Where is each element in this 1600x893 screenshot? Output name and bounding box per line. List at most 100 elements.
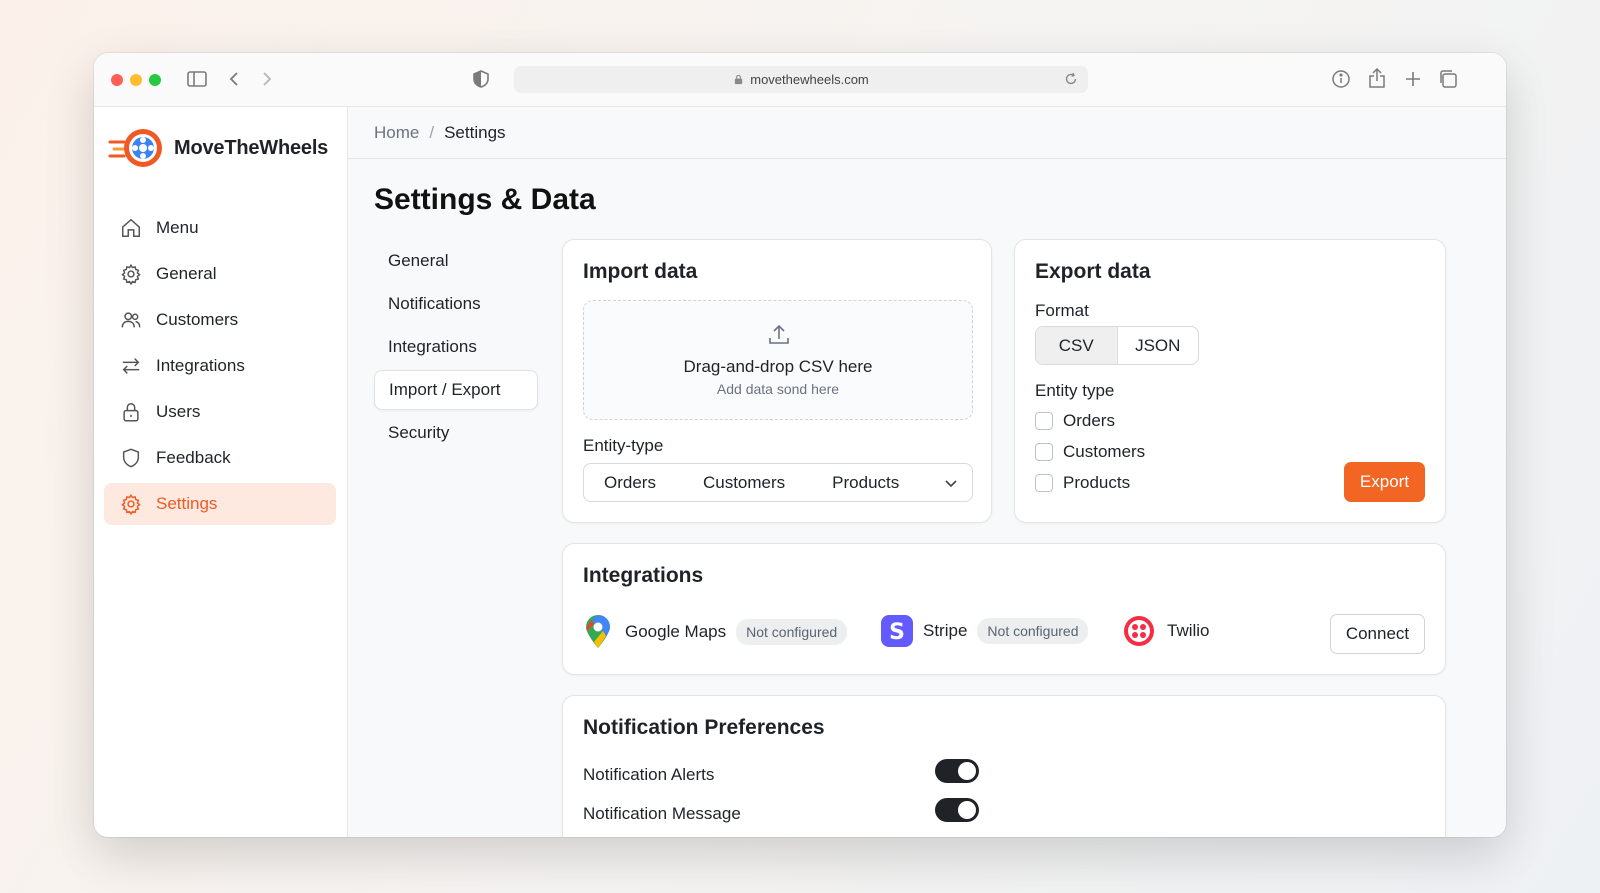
sidebar-item-label: Menu xyxy=(156,218,199,237)
toggle-row-message: Notification Message xyxy=(583,798,979,824)
format-toggle: CSV JSON xyxy=(1035,326,1199,365)
entity-option-orders[interactable]: Orders xyxy=(604,473,656,493)
gear-icon xyxy=(121,263,141,285)
integration-name: Google Maps xyxy=(625,622,727,641)
sidebar-item-menu[interactable]: Menu xyxy=(104,207,336,249)
zoom-window-button[interactable] xyxy=(149,74,161,86)
main-content: Home / Settings Settings & Data General … xyxy=(348,107,1506,837)
toggle-row-alerts: Notification Alerts xyxy=(583,759,979,785)
integration-twilio[interactable]: Twilio xyxy=(1123,615,1210,647)
breadcrumb-home-link[interactable]: Home xyxy=(374,123,419,143)
csv-dropzone[interactable]: Drag-and-drop CSV here Add data sond her… xyxy=(583,300,973,420)
sidebar-nav: Menu General Customers Integrations User… xyxy=(104,207,336,529)
checkbox[interactable] xyxy=(1035,474,1053,492)
arrows-swap-icon xyxy=(122,358,140,374)
format-csv-option[interactable]: CSV xyxy=(1036,327,1118,364)
lock-icon xyxy=(735,74,743,85)
notification-message-toggle[interactable] xyxy=(935,798,979,822)
status-badge: Not configured xyxy=(977,618,1089,644)
checkbox-label: Orders xyxy=(1063,411,1115,430)
notification-preferences-card: Notification Preferences Notification Al… xyxy=(562,695,1446,837)
checkbox-label: Products xyxy=(1063,473,1131,492)
breadcrumb-separator: / xyxy=(429,122,435,142)
export-data-card: Export data Format CSV JSON Entity type … xyxy=(1014,239,1446,523)
import-data-card: Import data Drag-and-drop CSV here Add d… xyxy=(562,239,992,523)
subnav-item-general[interactable]: General xyxy=(374,241,538,281)
sidebar-item-integrations[interactable]: Integrations xyxy=(104,345,336,387)
connect-button[interactable]: Connect xyxy=(1330,614,1425,654)
new-tab-icon[interactable] xyxy=(1402,68,1424,90)
dropzone-hint: Add data sond here xyxy=(716,381,840,397)
entity-type-label: Entity-type xyxy=(583,436,664,455)
url-text: movethewheels.com xyxy=(750,72,869,87)
shield-icon xyxy=(122,448,140,468)
upload-icon xyxy=(769,324,789,344)
toggle-label: Notification Alerts xyxy=(583,765,715,784)
entity-type-label: Entity type xyxy=(1035,381,1115,400)
notification-card-title: Notification Preferences xyxy=(583,716,825,739)
sidebar-item-label: Integrations xyxy=(156,356,245,375)
checkbox[interactable] xyxy=(1035,443,1053,461)
brand-name: MoveTheWheels xyxy=(174,136,329,159)
export-card-title: Export data xyxy=(1035,260,1151,283)
lock-icon xyxy=(123,403,139,422)
subnav-item-import-export[interactable]: Import / Export xyxy=(374,370,538,410)
sidebar-item-label: Feedback xyxy=(156,448,231,467)
integrations-card: Integrations Google Maps Not configured … xyxy=(562,543,1446,675)
integration-name: Twilio xyxy=(1167,621,1210,640)
twilio-icon xyxy=(1124,616,1154,646)
close-window-button[interactable] xyxy=(111,74,123,86)
integration-google-maps[interactable]: Google Maps Not configured xyxy=(583,615,848,649)
format-json-option[interactable]: JSON xyxy=(1118,327,1199,364)
export-entity-orders[interactable]: Orders xyxy=(1035,411,1115,431)
stripe-icon: S xyxy=(881,615,913,647)
format-label: Format xyxy=(1035,301,1089,320)
sidebar-item-label: Users xyxy=(156,402,201,421)
entity-option-products[interactable]: Products xyxy=(832,473,899,493)
sidebar-item-settings[interactable]: Settings xyxy=(104,483,336,525)
integration-name: Stripe xyxy=(923,621,968,640)
minimize-window-button[interactable] xyxy=(130,74,142,86)
privacy-shield-icon[interactable] xyxy=(472,69,490,89)
toggle-label: Notification Message xyxy=(583,804,741,823)
entity-type-select[interactable]: Orders Customers Products xyxy=(583,463,973,502)
google-maps-icon xyxy=(586,615,610,648)
gear-icon xyxy=(121,493,141,515)
notification-alerts-toggle[interactable] xyxy=(935,759,979,783)
info-icon[interactable] xyxy=(1330,68,1352,90)
subnav-item-notifications[interactable]: Notifications xyxy=(374,284,538,324)
tabs-overview-icon[interactable] xyxy=(1437,68,1459,90)
checkbox-label: Customers xyxy=(1063,442,1146,461)
subnav-item-integrations[interactable]: Integrations xyxy=(374,327,538,367)
export-entity-customers[interactable]: Customers xyxy=(1035,442,1145,462)
sidebar-toggle-icon[interactable] xyxy=(186,69,208,89)
chevron-down-icon[interactable] xyxy=(944,476,958,490)
back-icon[interactable] xyxy=(226,69,242,89)
browser-toolbar: movethewheels.com xyxy=(94,53,1506,107)
address-bar[interactable]: movethewheels.com xyxy=(514,66,1088,93)
breadcrumb: Home / Settings xyxy=(348,107,1506,159)
sidebar-item-users[interactable]: Users xyxy=(104,391,336,433)
sidebar: MoveTheWheels Menu General Customers Int… xyxy=(94,107,348,837)
svg-text:S: S xyxy=(889,620,905,645)
export-entity-products[interactable]: Products xyxy=(1035,473,1130,493)
settings-subnav: General Notifications Integrations Impor… xyxy=(374,241,538,456)
brand[interactable]: MoveTheWheels xyxy=(108,127,328,169)
sidebar-item-customers[interactable]: Customers xyxy=(104,299,336,341)
share-icon[interactable] xyxy=(1366,66,1388,90)
home-icon xyxy=(122,218,140,237)
breadcrumb-current: Settings xyxy=(444,122,506,142)
reload-icon[interactable] xyxy=(1064,72,1078,86)
sidebar-item-label: Customers xyxy=(156,310,239,329)
export-button[interactable]: Export xyxy=(1344,462,1425,502)
forward-icon[interactable] xyxy=(259,69,275,89)
dropzone-title: Drag-and-drop CSV here xyxy=(683,357,873,376)
checkbox[interactable] xyxy=(1035,412,1053,430)
sidebar-item-general[interactable]: General xyxy=(104,253,336,295)
brand-logo-icon xyxy=(108,129,162,167)
integration-stripe[interactable]: S Stripe Not configured xyxy=(881,615,1089,647)
subnav-item-security[interactable]: Security xyxy=(374,413,538,453)
page-title: Settings & Data xyxy=(374,183,596,216)
sidebar-item-feedback[interactable]: Feedback xyxy=(104,437,336,479)
entity-option-customers[interactable]: Customers xyxy=(703,473,785,493)
